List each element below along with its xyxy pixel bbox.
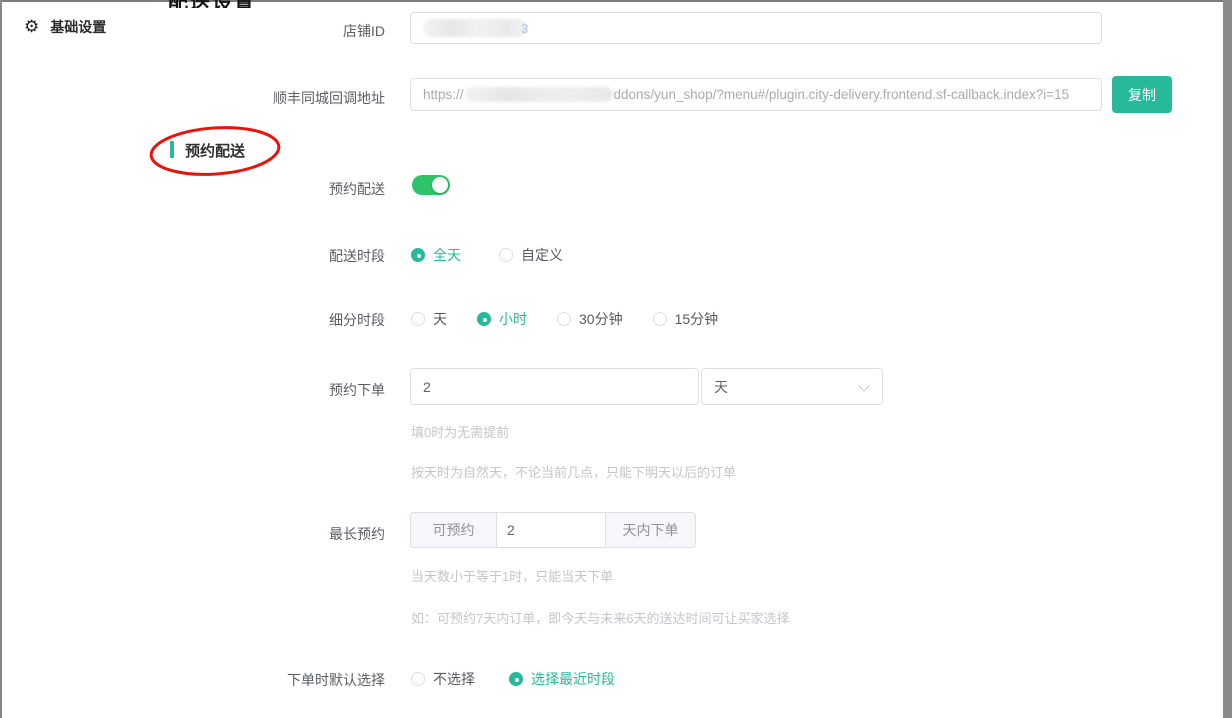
sidebar-item-label: 基础设置	[50, 17, 106, 37]
gear-icon: ⚙	[24, 18, 39, 36]
radio-15min[interactable]: 15分钟	[653, 309, 719, 329]
max-reserve-label: 最长预约	[160, 524, 385, 544]
clipped-page-heading: 配送设置	[168, 0, 408, 8]
sidebar: ⚙ 基础设置	[2, 2, 151, 718]
callback-url-input[interactable]: https:// ddons/yun_shop/?menu#/plugin.cit…	[410, 78, 1102, 111]
section-accent-bar	[170, 141, 174, 158]
callback-url-label: 顺丰同城回调地址	[160, 88, 385, 108]
masked-shop-id-value	[423, 19, 527, 37]
url-prefix: https://	[423, 87, 464, 102]
radio-custom[interactable]: 自定义	[499, 245, 563, 265]
advance-order-value-field[interactable]	[410, 368, 699, 405]
copy-button[interactable]: 复制	[1112, 76, 1172, 113]
masked-url-domain	[465, 87, 613, 102]
max-reserve-prepend: 可预约	[411, 513, 497, 547]
radio-unchecked-icon	[557, 312, 571, 326]
sidebar-item-basic-settings[interactable]: ⚙ 基础设置	[2, 2, 151, 37]
radio-30min[interactable]: 30分钟	[557, 309, 623, 329]
selected-unit: 天	[714, 377, 728, 397]
advance-order-label: 预约下单	[160, 380, 385, 400]
max-reserve-input[interactable]	[507, 522, 595, 538]
sub-period-radio-group: 天 小时 30分钟 15分钟	[411, 309, 718, 329]
delivery-period-label: 配送时段	[160, 246, 385, 266]
radio-unchecked-icon	[499, 248, 513, 262]
main-content: 配送设置 店铺ID 3 顺丰同城回调地址 https:// ddons/yun_s…	[151, 2, 1223, 718]
radio-all-day[interactable]: 全天	[411, 245, 461, 265]
default-select-radio-group: 不选择 选择最近时段	[411, 669, 615, 689]
radio-nearest-period[interactable]: 选择最近时段	[509, 669, 615, 689]
url-suffix: ddons/yun_shop/?menu#/plugin.city-delive…	[614, 87, 1070, 102]
max-reserve-value-field[interactable]	[497, 513, 605, 547]
max-reserve-hint-2: 如：可预约7天内订单，即今天与未来6天的送达时间可让买家选择	[411, 608, 789, 627]
shop-id-label: 店铺ID	[160, 21, 385, 41]
shop-id-input[interactable]: 3	[410, 12, 1102, 44]
toggle-knob	[432, 177, 448, 193]
advance-order-hint-1: 填0时为无需提前	[411, 422, 509, 441]
radio-day[interactable]: 天	[411, 309, 447, 329]
reserve-delivery-toggle[interactable]	[412, 175, 450, 195]
radio-checked-icon	[411, 248, 425, 262]
radio-checked-icon	[477, 312, 491, 326]
radio-hour[interactable]: 小时	[477, 309, 527, 329]
advance-order-unit-select[interactable]: 天	[701, 368, 883, 405]
chevron-down-icon	[858, 380, 869, 391]
radio-unchecked-icon	[411, 672, 425, 686]
sub-period-label: 细分时段	[160, 310, 385, 330]
max-reserve-hint-1: 当天数小于等于1时，只能当天下单	[411, 566, 613, 585]
reserve-toggle-label: 预约配送	[160, 179, 385, 199]
default-select-label: 下单时默认选择	[160, 670, 385, 690]
scrollbar[interactable]	[1223, 0, 1232, 718]
max-reserve-append: 天内下单	[605, 513, 695, 547]
radio-checked-icon	[509, 672, 523, 686]
section-title: 预约配送	[185, 140, 245, 161]
settings-page: ⚙ 基础设置 配送设置 店铺ID 3 顺丰同城回调地址 https:// ddon…	[0, 0, 1232, 718]
advance-order-hint-2: 按天时为自然天，不论当前几点，只能下明天以后的订单	[411, 462, 736, 481]
shop-id-visible-char: 3	[521, 21, 528, 36]
radio-unchecked-icon	[653, 312, 667, 326]
max-reserve-input-group: 可预约 天内下单	[410, 512, 696, 548]
radio-no-select[interactable]: 不选择	[411, 669, 475, 689]
delivery-period-radio-group: 全天 自定义	[411, 245, 563, 265]
advance-order-input[interactable]	[423, 379, 686, 395]
radio-unchecked-icon	[411, 312, 425, 326]
